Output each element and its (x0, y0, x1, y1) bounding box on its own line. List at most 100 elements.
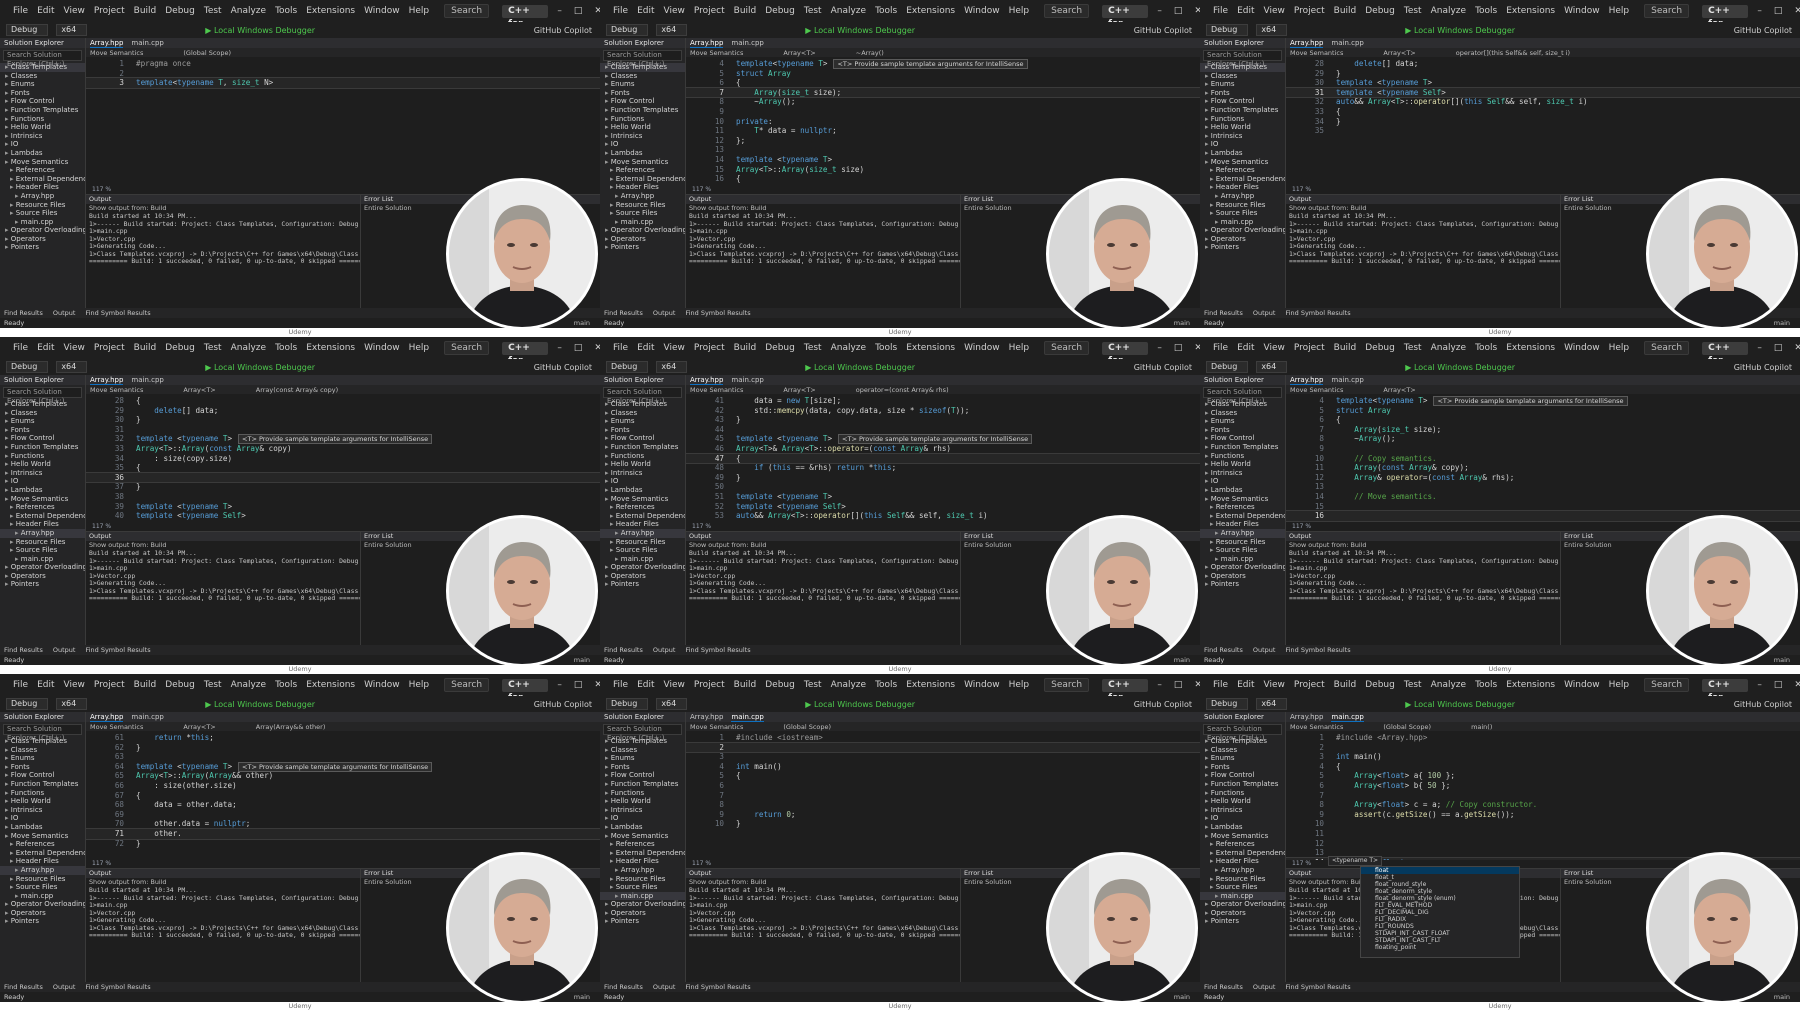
tree-item[interactable]: ▸ Resource Files (0, 538, 85, 547)
menu-edit[interactable]: Edit (1237, 680, 1254, 690)
nav-dropdown[interactable]: Array<T> (1383, 49, 1415, 57)
tree-item[interactable]: ▸ External Dependencies (600, 849, 685, 858)
platform-dropdown[interactable]: x64 (56, 698, 88, 710)
menu-file[interactable]: File (13, 343, 28, 353)
tree-item[interactable]: ▸ Operator Overloading (0, 563, 85, 572)
minimize-icon[interactable]: – (1757, 343, 1762, 353)
menu-edit[interactable]: Edit (637, 343, 654, 353)
menu-analyze[interactable]: Analyze (831, 680, 866, 690)
tree-item[interactable]: ▸ Operator Overloading (0, 226, 85, 235)
tree-item[interactable]: ▸ Function Templates (1200, 443, 1285, 452)
close-icon[interactable]: ✕ (1794, 6, 1800, 16)
menu-view[interactable]: View (1264, 680, 1285, 690)
git-branch-indicator[interactable]: main (1174, 319, 1190, 327)
tree-item[interactable]: ▸ Function Templates (1200, 106, 1285, 115)
platform-dropdown[interactable]: x64 (56, 361, 88, 373)
start-debugging-button[interactable]: ▶ Local Windows Debugger (205, 700, 315, 709)
tree-item[interactable]: ▸ Fonts (1200, 89, 1285, 98)
tree-item[interactable]: ▸ Resource Files (0, 201, 85, 210)
tree-item[interactable]: ▸ main.cpp (1200, 555, 1285, 564)
tree-item[interactable]: ▸ Move Semantics (1200, 158, 1285, 167)
menu-project[interactable]: Project (694, 343, 725, 353)
platform-dropdown[interactable]: x64 (656, 24, 688, 36)
platform-dropdown[interactable]: x64 (656, 698, 688, 710)
bottom-tab[interactable]: Find Results (4, 646, 43, 654)
menu-file[interactable]: File (1213, 6, 1228, 16)
code-area[interactable]: 28 delete[] data; 29} 30 template <typename… (1285, 57, 1800, 136)
tree-item[interactable]: ▸ Resource Files (1200, 875, 1285, 884)
tree-item[interactable]: ▸ Enums (600, 754, 685, 763)
bottom-tab[interactable]: Find Results (604, 309, 643, 317)
code-area[interactable]: 1 #pragma once 2 3 template<typename T, size… (85, 57, 600, 89)
tree-item[interactable]: ▸ Move Semantics (600, 158, 685, 167)
tree-item[interactable]: ▸ Function Templates (0, 443, 85, 452)
nav-dropdown[interactable]: Move Semantics (690, 723, 743, 731)
tree-item[interactable]: ▸ Header Files (1200, 520, 1285, 529)
platform-dropdown[interactable]: x64 (1256, 698, 1288, 710)
nav-dropdown[interactable]: Move Semantics (1290, 49, 1343, 57)
menu-window[interactable]: Window (1564, 680, 1600, 690)
tree-item[interactable]: ▸ Resource Files (0, 875, 85, 884)
tree-item[interactable]: ▸ Move Semantics (600, 495, 685, 504)
git-branch-indicator[interactable]: main (1174, 656, 1190, 664)
minimize-icon[interactable]: – (557, 343, 562, 353)
nav-dropdown[interactable]: Array(Array&& other) (256, 723, 326, 731)
tree-item[interactable]: ▸ Header Files (600, 857, 685, 866)
menu-file[interactable]: File (13, 6, 28, 16)
git-branch-indicator[interactable]: main (574, 656, 590, 664)
nav-dropdown[interactable]: Array<T> (783, 49, 815, 57)
tree-item[interactable]: ▸ Functions (600, 115, 685, 124)
bottom-tab[interactable]: Output (653, 309, 676, 317)
tree-item[interactable]: ▸ Class Templates (600, 737, 685, 746)
tree-item[interactable]: ▸ References (0, 166, 85, 175)
menu-edit[interactable]: Edit (637, 6, 654, 16)
menu-build[interactable]: Build (1334, 343, 1357, 353)
configuration-dropdown[interactable]: Debug (1206, 698, 1249, 710)
tree-item[interactable]: ▸ Lambdas (600, 149, 685, 158)
autocomplete-item[interactable]: float_round_style (1361, 881, 1519, 888)
menu-view[interactable]: View (64, 343, 85, 353)
tree-item[interactable]: ▸ Operators (1200, 909, 1285, 918)
tree-item[interactable]: ▸ Move Semantics (1200, 495, 1285, 504)
tree-item[interactable]: ▸ Functions (600, 789, 685, 798)
solution-explorer-search[interactable]: Search Solution Explorer (Ctrl+;) (603, 50, 682, 68)
solution-explorer-search[interactable]: Search Solution Explorer (Ctrl+;) (603, 387, 682, 405)
menu-test[interactable]: Test (804, 680, 822, 690)
search-box[interactable]: Search (1044, 4, 1090, 18)
solution-explorer-search[interactable]: Search Solution Explorer (Ctrl+;) (1203, 50, 1282, 68)
editor-tab[interactable]: main.cpp (1331, 376, 1363, 384)
tree-item[interactable]: ▸ Pointers (0, 580, 85, 589)
tree-item[interactable]: ▸ Source Files (600, 546, 685, 555)
menu-tools[interactable]: Tools (275, 680, 297, 690)
tree-item[interactable]: ▸ References (600, 840, 685, 849)
menu-edit[interactable]: Edit (37, 343, 54, 353)
tree-item[interactable]: ▸ Pointers (0, 243, 85, 252)
menu-debug[interactable]: Debug (765, 6, 795, 16)
tree-item[interactable]: ▸ Resource Files (1200, 538, 1285, 547)
tree-item[interactable]: ▸ Header Files (1200, 183, 1285, 192)
tree-item[interactable]: ▸ main.cpp (1200, 891, 1285, 901)
tree-item[interactable]: ▸ Class Templates (1200, 400, 1285, 409)
tree-item[interactable]: ▸ Lambdas (0, 149, 85, 158)
tree-item[interactable]: ▸ Operator Overloading (1200, 226, 1285, 235)
configuration-dropdown[interactable]: Debug (606, 698, 649, 710)
tree-item[interactable]: ▸ Move Semantics (0, 832, 85, 841)
tree-item[interactable]: ▸ Class Templates (1200, 63, 1285, 72)
tree-item[interactable]: ▸ Array.hpp (1200, 866, 1285, 875)
tree-item[interactable]: ▸ External Dependencies (1200, 175, 1285, 184)
tree-item[interactable]: ▸ Array.hpp (600, 528, 685, 538)
tree-item[interactable]: ▸ Header Files (600, 183, 685, 192)
tree-item[interactable]: ▸ Pointers (1200, 243, 1285, 252)
menu-debug[interactable]: Debug (1365, 343, 1395, 353)
tree-item[interactable]: ▸ Operators (0, 909, 85, 918)
tree-item[interactable]: ▸ Function Templates (0, 106, 85, 115)
bottom-tab[interactable]: Output (1253, 983, 1276, 991)
menu-edit[interactable]: Edit (1237, 343, 1254, 353)
menu-test[interactable]: Test (804, 343, 822, 353)
tree-item[interactable]: ▸ Operator Overloading (600, 226, 685, 235)
tree-item[interactable]: ▸ Flow Control (0, 97, 85, 106)
tree-item[interactable]: ▸ Lambdas (0, 823, 85, 832)
tree-item[interactable]: ▸ Resource Files (600, 201, 685, 210)
search-box[interactable]: Search (1644, 341, 1690, 355)
menu-help[interactable]: Help (409, 6, 430, 16)
